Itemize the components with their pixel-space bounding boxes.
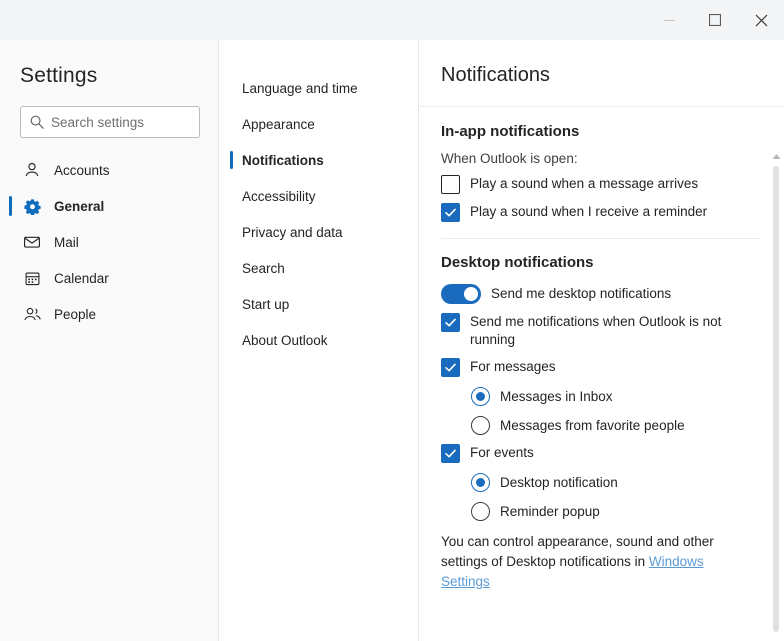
- envelope-icon: [22, 232, 42, 252]
- toggle-send-desktop-notifications[interactable]: [441, 284, 481, 304]
- settings-category-nav: Language and time Appearance Notificatio…: [220, 40, 419, 641]
- maximize-button[interactable]: [692, 0, 738, 40]
- check-icon: [445, 363, 456, 372]
- midnav-item-label: About Outlook: [242, 332, 328, 348]
- minimize-icon: [663, 19, 675, 21]
- midnav-item-notifications[interactable]: Notifications: [220, 142, 419, 178]
- sidebar-item-label: General: [54, 198, 105, 214]
- toggle-knob: [464, 287, 478, 301]
- midnav-item-about-outlook[interactable]: About Outlook: [220, 322, 419, 358]
- minimize-button[interactable]: [646, 0, 692, 40]
- search-icon: [29, 114, 45, 130]
- people-icon: [22, 304, 42, 324]
- checkbox-sound-message[interactable]: [441, 175, 460, 194]
- midnav-item-label: Notifications: [242, 152, 324, 168]
- radio-reminder-popup[interactable]: [471, 502, 490, 521]
- in-app-sublabel: When Outlook is open:: [441, 151, 578, 166]
- checkbox-row-for-messages[interactable]: For messages: [441, 358, 750, 377]
- close-button[interactable]: [738, 0, 784, 40]
- midnav-item-label: Start up: [242, 296, 290, 312]
- section-heading-in-app: In-app notifications: [441, 123, 580, 140]
- checkbox-label: Play a sound when I receive a reminder: [470, 204, 708, 219]
- content-header: Notifications: [420, 40, 784, 107]
- radio-row-desktop-notification[interactable]: Desktop notification: [441, 473, 750, 492]
- checkbox-notify-when-not-running[interactable]: [441, 313, 460, 332]
- midnav-item-privacy-and-data[interactable]: Privacy and data: [220, 214, 419, 250]
- calendar-icon: [22, 268, 42, 288]
- sidebar-item-label: Mail: [54, 234, 79, 250]
- midnav-item-label: Language and time: [242, 80, 358, 96]
- checkbox-row-not-running[interactable]: Send me notifications when Outlook is no…: [441, 313, 750, 349]
- radio-messages-in-inbox[interactable]: [471, 387, 490, 406]
- checkbox-label: Play a sound when a message arrives: [470, 176, 699, 191]
- search-box[interactable]: [20, 106, 200, 138]
- page-title: Settings: [20, 64, 98, 87]
- radio-label: Messages in Inbox: [500, 388, 613, 404]
- checkbox-label: For messages: [470, 359, 556, 374]
- sidebar-item-accounts[interactable]: Accounts: [0, 152, 219, 188]
- sidebar: Settings Accounts: [0, 40, 219, 641]
- sidebar-item-calendar[interactable]: Calendar: [0, 260, 219, 296]
- check-icon: [445, 208, 456, 217]
- sidebar-item-label: Accounts: [54, 162, 110, 178]
- midnav-item-search[interactable]: Search: [220, 250, 419, 286]
- person-icon: [22, 160, 42, 180]
- radio-dot: [476, 392, 485, 401]
- checkbox-for-messages[interactable]: [441, 358, 460, 377]
- radio-row-messages-in-inbox[interactable]: Messages in Inbox: [441, 387, 750, 406]
- checkbox-sound-reminder[interactable]: [441, 203, 460, 222]
- sidebar-item-label: Calendar: [54, 270, 109, 286]
- checkbox-label: For events: [470, 445, 534, 460]
- radio-label: Desktop notification: [500, 474, 618, 490]
- section-heading-desktop: Desktop notifications: [441, 254, 594, 271]
- midnav-item-start-up[interactable]: Start up: [220, 286, 419, 322]
- title-bar: [0, 0, 784, 40]
- radio-row-reminder-popup[interactable]: Reminder popup: [441, 502, 750, 521]
- midnav-item-label: Accessibility: [242, 188, 316, 204]
- checkbox-row-sound-reminder[interactable]: Play a sound when I receive a reminder: [441, 203, 750, 222]
- checkbox-row-sound-message[interactable]: Play a sound when a message arrives: [441, 175, 750, 194]
- radio-dot: [476, 478, 485, 487]
- radio-messages-from-favorite-people[interactable]: [471, 416, 490, 435]
- radio-label: Messages from favorite people: [500, 417, 685, 433]
- midnav-item-label: Search: [242, 260, 285, 276]
- check-icon: [445, 318, 456, 327]
- content-body: In-app notifications When Outlook is ope…: [420, 108, 768, 641]
- maximize-icon: [709, 14, 721, 26]
- radio-row-messages-favorite-people[interactable]: Messages from favorite people: [441, 416, 750, 435]
- content-scrollbar[interactable]: [768, 148, 784, 641]
- check-icon: [445, 449, 456, 458]
- search-input[interactable]: [51, 114, 191, 130]
- scrollbar-track[interactable]: [768, 164, 784, 641]
- content-title: Notifications: [441, 64, 550, 86]
- gear-icon: [22, 196, 42, 216]
- sidebar-item-people[interactable]: People: [0, 296, 219, 332]
- midnav-item-accessibility[interactable]: Accessibility: [220, 178, 419, 214]
- midnav-item-language-and-time[interactable]: Language and time: [220, 70, 419, 106]
- scrollbar-thumb[interactable]: [773, 166, 779, 632]
- radio-label: Reminder popup: [500, 503, 600, 519]
- sidebar-nav: Accounts General Mail Calendar People: [0, 152, 219, 332]
- midnav-item-appearance[interactable]: Appearance: [220, 106, 419, 142]
- scroll-up-arrow[interactable]: [768, 148, 784, 164]
- sidebar-item-general[interactable]: General: [0, 188, 219, 224]
- close-icon: [755, 14, 767, 26]
- toggle-label: Send me desktop notifications: [491, 286, 672, 301]
- toggle-row-desktop-notifications[interactable]: Send me desktop notifications: [441, 284, 750, 304]
- checkbox-label: Send me notifications when Outlook is no…: [470, 314, 722, 347]
- radio-desktop-notification[interactable]: [471, 473, 490, 492]
- settings-window: Settings Accounts: [0, 0, 784, 641]
- midnav-item-label: Privacy and data: [242, 224, 343, 240]
- sidebar-item-mail[interactable]: Mail: [0, 224, 219, 260]
- chevron-up-icon: [772, 153, 780, 159]
- checkbox-for-events[interactable]: [441, 444, 460, 463]
- content-pane: Notifications In-app notifications When …: [420, 40, 784, 641]
- sidebar-item-label: People: [54, 306, 97, 322]
- midnav-item-label: Appearance: [242, 116, 315, 132]
- desktop-notifications-footnote: You can control appearance, sound and ot…: [441, 532, 741, 592]
- checkbox-row-for-events[interactable]: For events: [441, 444, 750, 463]
